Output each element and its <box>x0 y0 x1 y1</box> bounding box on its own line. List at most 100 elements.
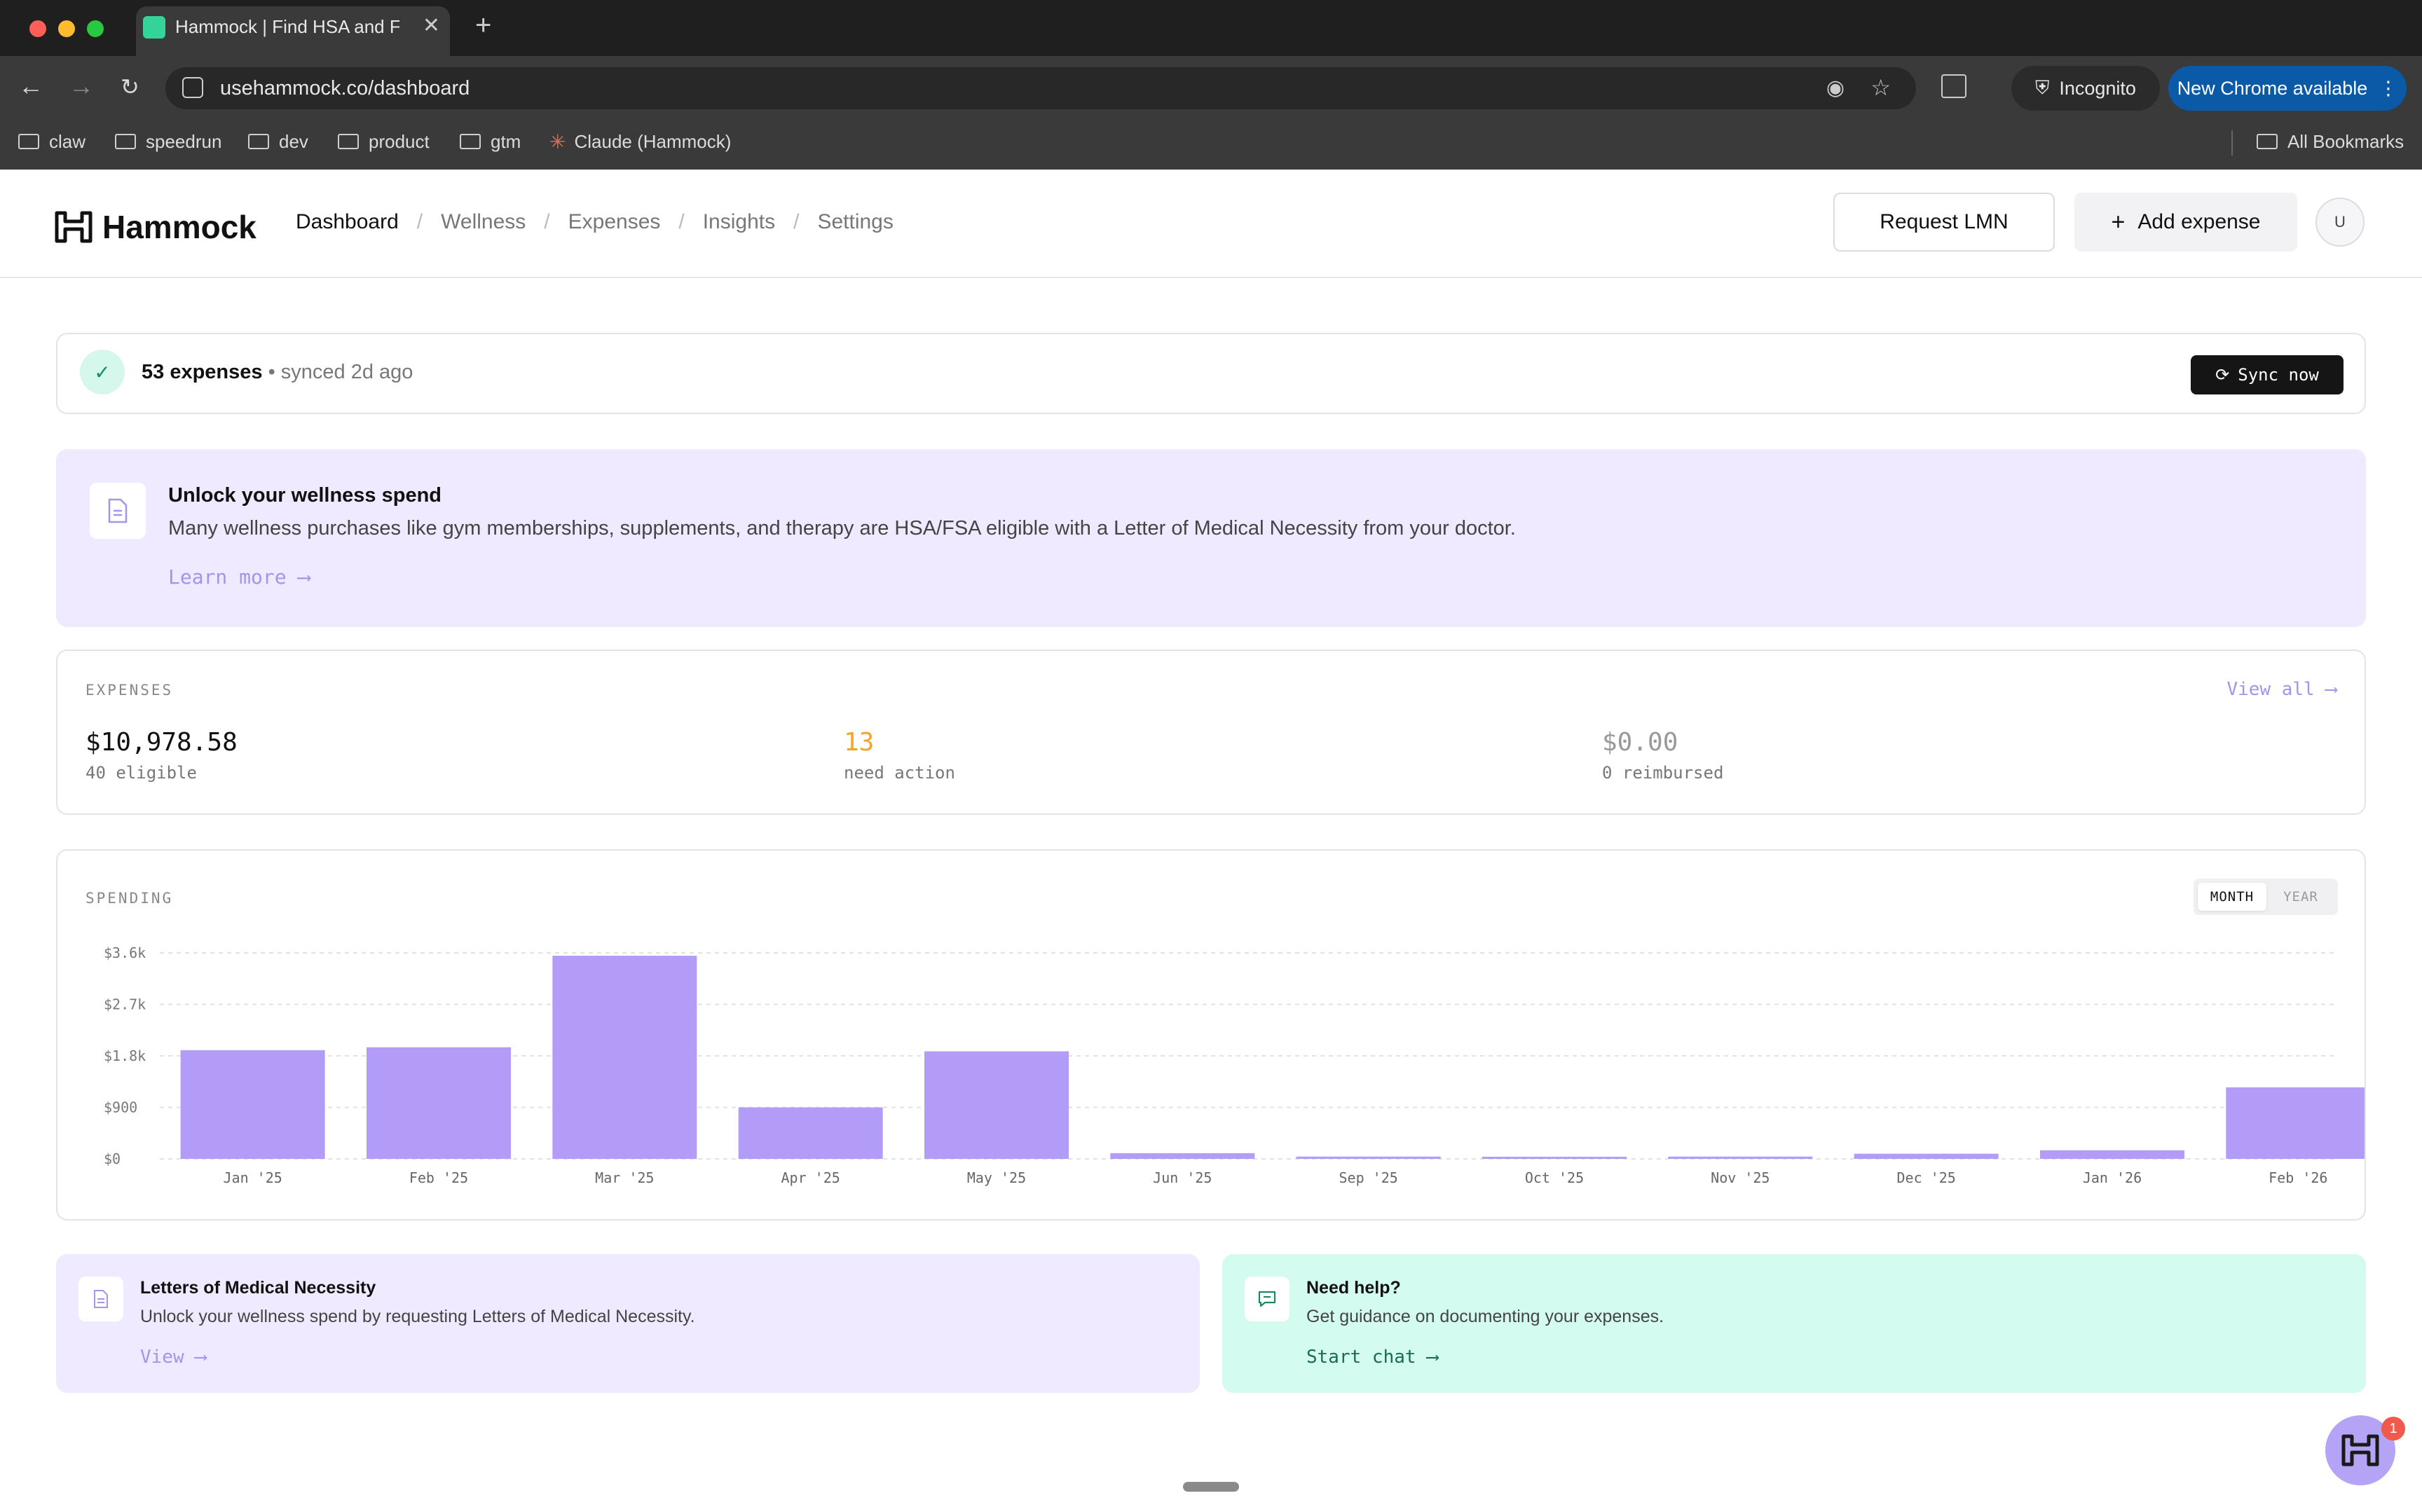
bookmark-label: speedrun <box>146 130 222 152</box>
view-all-link[interactable]: View all ⟶ <box>2226 679 2337 700</box>
browser-tab[interactable]: Hammock | Find HSA and FS/ ✕ <box>136 6 450 56</box>
nav-wellness[interactable]: Wellness <box>441 210 526 234</box>
bookmark-gtm[interactable]: gtm <box>460 128 521 156</box>
reading-mode-icon[interactable] <box>1941 74 1966 98</box>
url-text: usehammock.co/dashboard <box>220 77 470 99</box>
folder-icon <box>18 134 39 149</box>
sync-now-button[interactable]: ⟳ Sync now <box>2191 355 2344 394</box>
toggle-month[interactable]: MONTH <box>2198 883 2266 911</box>
bar-jan-25[interactable] <box>180 1050 325 1159</box>
all-bookmarks[interactable]: All Bookmarks <box>2257 128 2404 156</box>
bookmark-product[interactable]: product <box>338 128 430 156</box>
start-chat-link[interactable]: Start chat ⟶ <box>1306 1347 1438 1368</box>
bar-feb-26[interactable] <box>2226 1087 2365 1159</box>
bar-jan-26[interactable] <box>2040 1150 2184 1159</box>
x-tick-label: Feb '25 <box>409 1169 468 1186</box>
nav-expenses[interactable]: Expenses <box>568 210 661 234</box>
avatar[interactable]: U <box>2315 198 2365 247</box>
bar-may-25[interactable] <box>924 1051 1069 1159</box>
folder-icon <box>460 134 481 149</box>
bar-sep-25[interactable] <box>1296 1156 1441 1159</box>
y-tick-label: $900 <box>104 1099 137 1116</box>
toggle-year[interactable]: YEAR <box>2266 883 2335 911</box>
bookmark-label: claw <box>49 130 86 152</box>
learn-more-link[interactable]: Learn more ⟶ <box>168 565 310 589</box>
close-window-button[interactable] <box>29 20 46 37</box>
y-tick-label: $2.7k <box>104 996 146 1013</box>
help-description: Get guidance on documenting your expense… <box>1306 1307 1664 1326</box>
document-icon <box>90 483 146 539</box>
need-action-label: need action <box>844 763 955 783</box>
bookmark-speedrun[interactable]: speedrun <box>115 128 221 156</box>
app-header: Hammock Dashboard / Wellness / Expenses … <box>0 170 2422 278</box>
bookmark-claw[interactable]: claw <box>18 128 85 156</box>
maximize-window-button[interactable] <box>87 20 104 37</box>
y-tick-label: $1.8k <box>104 1047 146 1064</box>
eye-off-icon[interactable]: ◉ <box>1826 76 1845 100</box>
address-bar[interactable]: usehammock.co/dashboard ◉ ☆ <box>165 67 1916 109</box>
x-tick-label: Apr '25 <box>781 1169 840 1186</box>
browser-tab-bar: Hammock | Find HSA and FS/ ✕ + <box>0 0 2422 56</box>
hammock-favicon-icon <box>143 16 165 39</box>
bar-mar-25[interactable] <box>552 956 697 1159</box>
lmn-title: Letters of Medical Necessity <box>140 1278 376 1298</box>
chrome-update-button[interactable]: New Chrome available ⋮ <box>2168 66 2407 111</box>
request-lmn-button[interactable]: Request LMN <box>1833 193 2055 252</box>
need-action-count[interactable]: 13 <box>844 728 874 757</box>
x-tick-label: Feb '26 <box>2269 1169 2327 1186</box>
expenses-card: EXPENSES View all ⟶ $10,978.58 40 eligib… <box>56 650 2366 815</box>
plus-icon: + <box>2111 208 2126 235</box>
eligible-count: 40 eligible <box>85 763 197 783</box>
bookmarks-divider <box>2231 130 2233 156</box>
incognito-icon: ⛨ <box>2035 77 2050 98</box>
reload-icon[interactable]: ↻ <box>121 74 139 100</box>
incognito-badge[interactable]: ⛨ Incognito <box>2011 66 2160 111</box>
nav-settings[interactable]: Settings <box>817 210 893 234</box>
document-icon <box>78 1277 123 1321</box>
x-tick-label: May '25 <box>967 1169 1026 1186</box>
brand-name: Hammock <box>102 209 256 245</box>
logo[interactable]: Hammock <box>55 208 256 246</box>
bookmark-claude[interactable]: ✳ Claude (Hammock) <box>549 128 731 156</box>
nav-separator: / <box>416 210 423 233</box>
spending-bar-chart: $0 $900 $1.8k $2.7k $3.6k Jan '25 Feb '25 Mar '… <box>104 944 2365 1186</box>
reimbursed-label: 0 reimbursed <box>1602 763 1724 783</box>
x-tick-label: Nov '25 <box>1711 1169 1770 1186</box>
x-tick-label: Jan '26 <box>2083 1169 2142 1186</box>
y-tick-label: $0 <box>104 1150 121 1167</box>
site-settings-icon[interactable] <box>182 77 203 98</box>
back-icon[interactable]: ← <box>18 71 43 101</box>
sync-icon: ⟳ <box>2215 365 2230 385</box>
nav-insights[interactable]: Insights <box>703 210 775 234</box>
lmn-view-link[interactable]: View ⟶ <box>140 1347 206 1368</box>
new-tab-button[interactable]: + <box>475 10 491 41</box>
period-toggle: MONTH YEAR <box>2194 879 2338 915</box>
sync-status: 53 expenses • synced 2d ago <box>142 361 413 384</box>
chat-icon <box>1245 1277 1289 1321</box>
bookmark-label: product <box>369 130 430 152</box>
forward-icon[interactable]: → <box>69 71 94 101</box>
add-expense-button[interactable]: + Add expense <box>2074 193 2297 252</box>
x-tick-label: Jun '25 <box>1153 1169 1212 1186</box>
bar-oct-25[interactable] <box>1482 1157 1627 1159</box>
spending-label: SPENDING <box>85 890 174 907</box>
main-nav: Dashboard / Wellness / Expenses / Insigh… <box>296 210 894 234</box>
nav-separator: / <box>544 210 550 233</box>
close-tab-icon[interactable]: ✕ <box>423 13 440 38</box>
nav-dashboard[interactable]: Dashboard <box>296 210 399 234</box>
bar-feb-25[interactable] <box>367 1047 511 1159</box>
bar-dec-25[interactable] <box>1854 1153 1999 1159</box>
bookmark-label: Claude (Hammock) <box>574 130 732 152</box>
star-icon[interactable]: ☆ <box>1870 74 1891 101</box>
banner-description: Many wellness purchases like gym members… <box>168 517 1516 539</box>
bookmark-dev[interactable]: dev <box>248 128 308 156</box>
scroll-handle[interactable] <box>1183 1482 1239 1492</box>
x-tick-label: Mar '25 <box>595 1169 654 1186</box>
bookmark-label: dev <box>279 130 308 152</box>
minimize-window-button[interactable] <box>58 20 75 37</box>
bookmarks-bar: claw speedrun dev product gtm ✳ Claude (H… <box>0 119 2422 170</box>
bar-jun-25[interactable] <box>1110 1153 1255 1159</box>
bar-apr-25[interactable] <box>738 1107 883 1160</box>
bar-nov-25[interactable] <box>1668 1156 1813 1159</box>
lmn-card: Letters of Medical Necessity Unlock your… <box>56 1254 1200 1393</box>
